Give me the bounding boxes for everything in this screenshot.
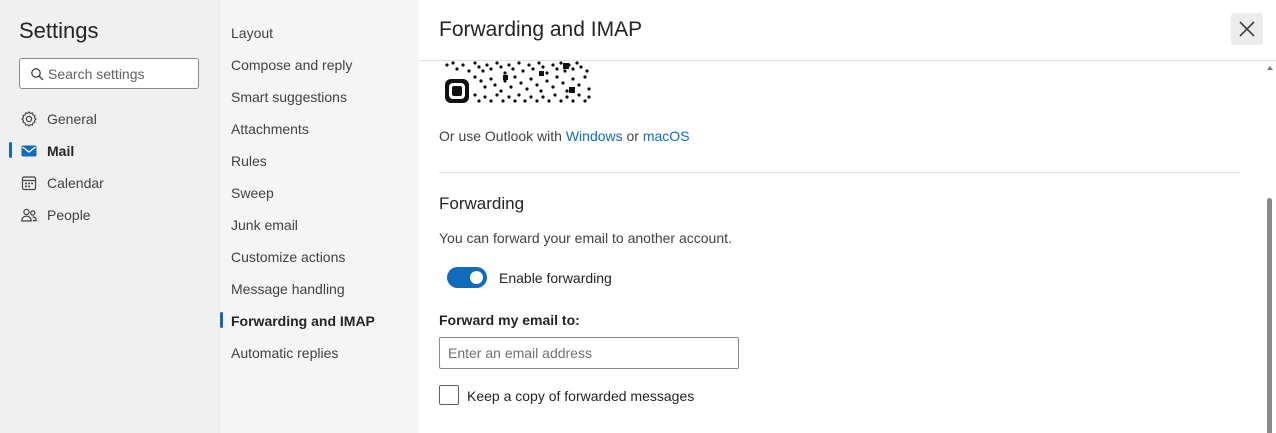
subnav-item-sweep[interactable]: Sweep	[220, 176, 419, 208]
section-divider	[439, 172, 1240, 173]
subnav-item-label: Smart suggestions	[231, 89, 347, 105]
subnav-item-label: Customize actions	[231, 249, 346, 265]
subnav-item-message-handling[interactable]: Message handling	[220, 272, 419, 304]
subnav-item-customize-actions[interactable]: Customize actions	[220, 240, 419, 272]
panel-title: Forwarding and IMAP	[439, 18, 643, 41]
settings-title: Settings	[19, 18, 99, 43]
subnav-item-label: Compose and reply	[231, 57, 353, 73]
calendar-icon	[21, 176, 37, 191]
enable-forwarding-label: Enable forwarding	[499, 270, 612, 286]
nav-item-mail[interactable]: Mail	[0, 134, 219, 166]
windows-link[interactable]: Windows	[566, 128, 623, 144]
search-box[interactable]	[19, 58, 199, 89]
settings-nav: Settings General Mail Calend	[0, 0, 219, 433]
subnav-item-forwarding-and-imap[interactable]: Forwarding and IMAP	[220, 304, 419, 336]
scroll-up-arrow-icon[interactable]	[1267, 66, 1273, 70]
search-icon	[31, 68, 44, 81]
panel-scrollbar[interactable]	[1265, 62, 1275, 433]
subnav-item-label: Attachments	[231, 121, 309, 137]
nav-item-label: Mail	[47, 143, 75, 159]
subnav-item-label: Forwarding and IMAP	[231, 313, 375, 329]
outlook-apps-connector: or	[622, 128, 643, 144]
gear-icon	[21, 111, 37, 127]
subnav-item-smart-suggestions[interactable]: Smart suggestions	[220, 80, 419, 112]
forwarding-description: You can forward your email to another ac…	[439, 230, 732, 246]
nav-item-calendar[interactable]: Calendar	[0, 166, 219, 198]
mail-settings-nav: Layout Compose and reply Smart suggestio…	[219, 0, 419, 433]
subnav-item-label: Rules	[231, 153, 267, 169]
subnav-item-rules[interactable]: Rules	[220, 144, 419, 176]
nav-item-general[interactable]: General	[0, 102, 219, 134]
nav-item-label: Calendar	[47, 175, 104, 191]
subnav-item-automatic-replies[interactable]: Automatic replies	[220, 336, 419, 368]
mail-icon	[21, 145, 37, 157]
keep-copy-label: Keep a copy of forwarded messages	[467, 388, 695, 404]
close-icon	[1239, 21, 1255, 37]
nav-item-label: General	[47, 111, 97, 127]
nav-item-label: People	[47, 207, 91, 223]
people-icon	[21, 208, 37, 222]
subnav-item-junk-email[interactable]: Junk email	[220, 208, 419, 240]
forwarding-section-title: Forwarding	[439, 194, 525, 213]
scrollbar-thumb[interactable]	[1267, 198, 1272, 433]
toggle-knob	[470, 271, 483, 284]
outlook-apps-text: Or use Outlook with Windows or macOS	[439, 128, 690, 144]
subnav-item-compose-and-reply[interactable]: Compose and reply	[220, 48, 419, 80]
subnav-item-layout[interactable]: Layout	[220, 16, 419, 48]
enable-forwarding-toggle[interactable]	[447, 267, 487, 288]
qr-code-image	[445, 61, 591, 103]
subnav-item-label: Sweep	[231, 185, 274, 201]
subnav-item-label: Message handling	[231, 281, 345, 297]
search-input[interactable]	[48, 63, 193, 84]
keep-copy-checkbox[interactable]	[439, 385, 459, 405]
panel-header: Forwarding and IMAP	[419, 0, 1276, 61]
outlook-apps-prefix: Or use Outlook with	[439, 128, 566, 144]
macos-link[interactable]: macOS	[643, 128, 690, 144]
subnav-item-label: Junk email	[231, 217, 298, 233]
subnav-item-label: Layout	[231, 25, 274, 41]
forward-to-label: Forward my email to:	[439, 312, 580, 328]
settings-panel: Forwarding and IMAP Or use Outlook with …	[419, 0, 1276, 433]
nav-item-people[interactable]: People	[0, 198, 219, 230]
subnav-item-attachments[interactable]: Attachments	[220, 112, 419, 144]
close-button[interactable]	[1231, 13, 1263, 45]
subnav-item-label: Automatic replies	[231, 345, 339, 361]
forward-email-input[interactable]	[439, 337, 739, 369]
